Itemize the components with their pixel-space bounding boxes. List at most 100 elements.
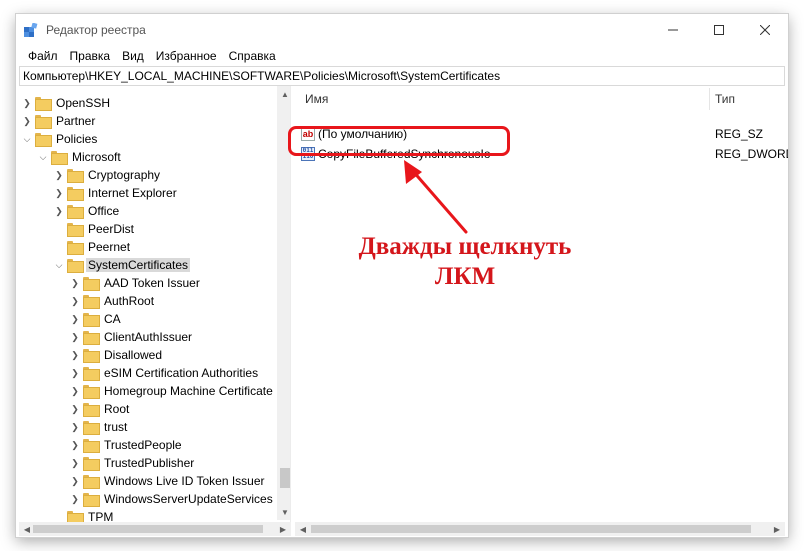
tree-item-peernet[interactable]: Peernet <box>53 238 132 256</box>
close-icon <box>760 25 770 35</box>
tree-item-root[interactable]: ❯ Root <box>69 400 131 418</box>
scroll-left-icon[interactable]: ◀ <box>295 522 311 536</box>
tree-item-authroot[interactable]: ❯ AuthRoot <box>69 292 156 310</box>
chevron-right-icon[interactable]: ❯ <box>69 382 81 400</box>
chevron-right-icon[interactable]: ❯ <box>69 364 81 382</box>
tree-item-microsoft[interactable]: ⌵ Microsoft <box>37 148 123 166</box>
tree-item-windows-live-id-token-issuer[interactable]: ❯ Windows Live ID Token Issuer <box>69 472 267 490</box>
folder-icon <box>67 241 84 255</box>
tree-item-trust[interactable]: ❯ trust <box>69 418 129 436</box>
tree-item-clientauthissuer[interactable]: ❯ ClientAuthIssuer <box>69 328 194 346</box>
key-tree-pane[interactable]: ❯ OpenSSH ❯ Partner ⌵ Policies ⌵ Microso… <box>19 86 291 522</box>
tree-item-trustedpublisher[interactable]: ❯ TrustedPublisher <box>69 454 196 472</box>
folder-icon <box>83 367 100 381</box>
scroll-right-icon[interactable]: ▶ <box>275 522 291 536</box>
minimize-icon <box>668 29 678 31</box>
folder-icon <box>67 511 84 522</box>
value-type: REG_SZ <box>715 127 764 141</box>
tree-item-aad-token-issuer[interactable]: ❯ AAD Token Issuer <box>69 274 202 292</box>
annotation-text: Дважды щелкнуть ЛКМ <box>330 232 600 292</box>
menu-favorites[interactable]: Избранное <box>150 49 223 63</box>
tree-horizontal-scrollbar[interactable]: ◀ ▶ <box>19 522 291 536</box>
chevron-right-icon[interactable]: ❯ <box>53 166 65 184</box>
chevron-right-icon[interactable]: ❯ <box>69 490 81 508</box>
chevron-right-icon[interactable]: ❯ <box>69 472 81 490</box>
close-button[interactable] <box>742 14 788 46</box>
chevron-down-icon[interactable]: ⌵ <box>21 130 33 148</box>
tree-hscroll-thumb[interactable] <box>33 525 263 533</box>
chevron-right-icon[interactable]: ❯ <box>69 292 81 310</box>
folder-icon <box>83 295 100 309</box>
menu-help[interactable]: Справка <box>223 49 282 63</box>
chevron-right-icon[interactable]: ❯ <box>69 310 81 328</box>
chevron-right-icon[interactable]: ❯ <box>69 418 81 436</box>
tree-item-internet-explorer[interactable]: ❯ Internet Explorer <box>53 184 179 202</box>
chevron-right-icon[interactable]: ❯ <box>69 274 81 292</box>
tree-item-disallowed[interactable]: ❯ Disallowed <box>69 346 164 364</box>
value-type: REG_DWORD <box>715 147 788 161</box>
folder-icon <box>83 457 100 471</box>
folder-icon <box>83 331 100 345</box>
tree-item-tpm[interactable]: TPM <box>53 508 115 522</box>
chevron-down-icon[interactable]: ⌵ <box>37 148 49 166</box>
tree-item-openssh[interactable]: ❯ OpenSSH <box>21 94 112 112</box>
tree-item-partner[interactable]: ❯ Partner <box>21 112 97 130</box>
tree-line <box>53 220 65 238</box>
scroll-up-icon[interactable]: ▲ <box>277 86 290 102</box>
folder-icon <box>51 151 68 165</box>
maximize-icon <box>714 25 724 35</box>
scroll-right-icon[interactable]: ▶ <box>769 522 785 536</box>
values-horizontal-scrollbar[interactable]: ◀ ▶ <box>295 522 785 536</box>
chevron-down-icon[interactable]: ⌵ <box>53 256 65 274</box>
tree-item-systemcertificates[interactable]: ⌵ SystemCertificates <box>53 256 191 274</box>
tree-item-windowsserverupdateservices[interactable]: ❯ WindowsServerUpdateServices <box>69 490 275 508</box>
maximize-button[interactable] <box>696 14 742 46</box>
window-title: Редактор реестра <box>46 23 146 37</box>
chevron-right-icon[interactable]: ❯ <box>21 94 33 112</box>
folder-icon <box>35 97 52 111</box>
tree-item-office[interactable]: ❯ Office <box>53 202 121 220</box>
folder-icon <box>67 169 84 183</box>
address-bar[interactable]: Компьютер\HKEY_LOCAL_MACHINE\SOFTWARE\Po… <box>19 66 785 86</box>
folder-icon <box>67 205 84 219</box>
column-header-name[interactable]: Имя <box>305 86 705 112</box>
chevron-right-icon[interactable]: ❯ <box>53 202 65 220</box>
chevron-right-icon[interactable]: ❯ <box>21 112 33 130</box>
folder-icon <box>83 421 100 435</box>
folder-icon <box>83 439 100 453</box>
folder-icon <box>67 187 84 201</box>
chevron-right-icon[interactable]: ❯ <box>69 346 81 364</box>
title-bar[interactable]: Редактор реестра <box>16 14 788 46</box>
menu-edit[interactable]: Правка <box>64 49 117 63</box>
tree-item-peerdist[interactable]: PeerDist <box>53 220 136 238</box>
registry-editor-app-icon <box>24 23 38 37</box>
chevron-right-icon[interactable]: ❯ <box>53 184 65 202</box>
tree-item-cryptography[interactable]: ❯ Cryptography <box>53 166 162 184</box>
column-header-type[interactable]: Тип <box>715 86 785 112</box>
folder-icon <box>83 349 100 363</box>
tree-item-policies[interactable]: ⌵ Policies <box>21 130 99 148</box>
chevron-right-icon[interactable]: ❯ <box>69 436 81 454</box>
folder-icon <box>83 403 100 417</box>
minimize-button[interactable] <box>650 14 696 46</box>
column-separator[interactable] <box>709 88 710 110</box>
tree-item-homegroup-machine-certificates[interactable]: ❯ Homegroup Machine Certificate <box>69 382 275 400</box>
folder-icon <box>83 313 100 327</box>
tree-item-esim-certification-authorities[interactable]: ❯ eSIM Certification Authorities <box>69 364 260 382</box>
values-hscroll-thumb[interactable] <box>311 525 751 533</box>
chevron-right-icon[interactable]: ❯ <box>69 328 81 346</box>
tree-item-trustedpeople[interactable]: ❯ TrustedPeople <box>69 436 184 454</box>
annotation-line-1: Дважды щелкнуть <box>358 233 572 260</box>
folder-open-icon <box>67 259 84 273</box>
folder-icon <box>83 493 100 507</box>
tree-scroll-thumb[interactable] <box>280 468 290 488</box>
folder-icon <box>67 223 84 237</box>
menu-file[interactable]: Файл <box>22 49 64 63</box>
annotation-line-2: ЛКМ <box>434 263 496 290</box>
scroll-down-icon[interactable]: ▼ <box>277 504 290 520</box>
tree-item-ca[interactable]: ❯ CA <box>69 310 123 328</box>
chevron-right-icon[interactable]: ❯ <box>69 400 81 418</box>
chevron-right-icon[interactable]: ❯ <box>69 454 81 472</box>
menu-view[interactable]: Вид <box>116 49 150 63</box>
folder-icon <box>83 277 100 291</box>
